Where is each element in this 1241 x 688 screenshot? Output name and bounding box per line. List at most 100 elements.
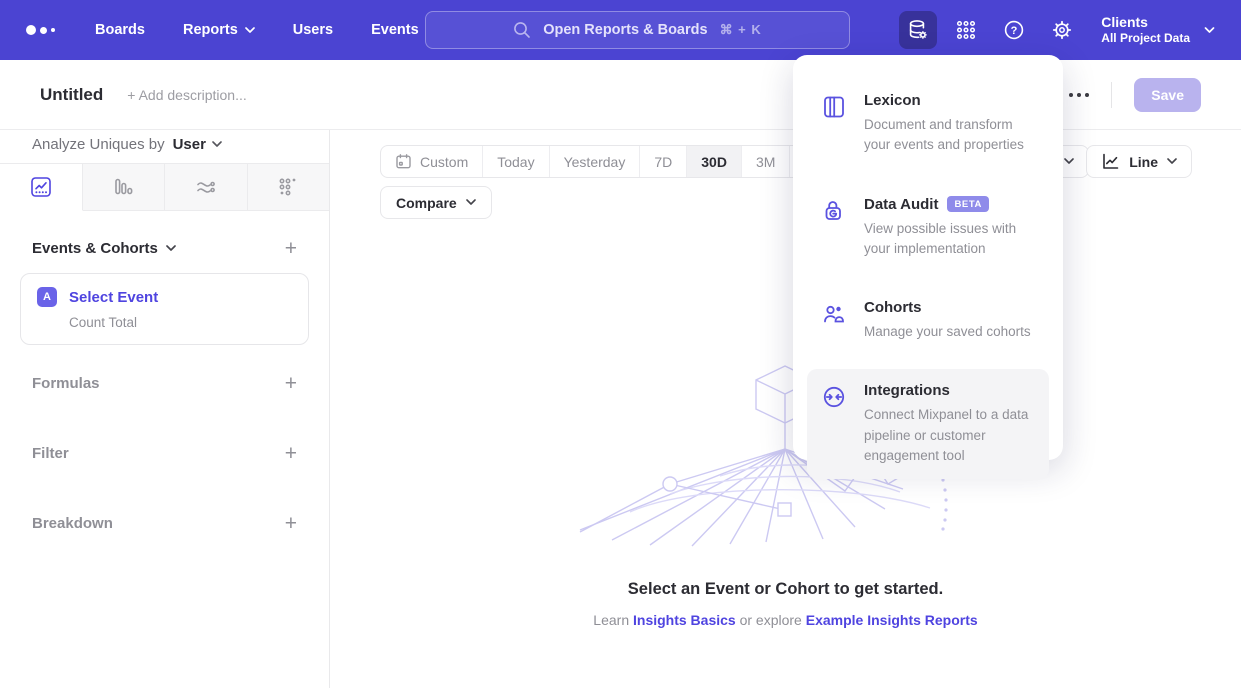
learn-prefix: Learn <box>593 612 633 628</box>
data-management-menu: Lexicon Document and transform your even… <box>793 55 1063 460</box>
event-card[interactable]: A Select Event Count Total <box>20 273 309 345</box>
svg-text:?: ? <box>1011 25 1018 37</box>
settings-gear-icon <box>1051 19 1073 41</box>
tab-flow[interactable] <box>165 164 248 210</box>
example-reports-link[interactable]: Example Insights Reports <box>806 612 978 628</box>
cohorts-icon <box>821 299 847 342</box>
insights-basics-link[interactable]: Insights Basics <box>633 612 736 628</box>
chart-type-label: Line <box>1129 154 1158 170</box>
date-range-label: Yesterday <box>564 154 626 170</box>
formulas-label: Formulas <box>32 375 100 392</box>
filter-label: Filter <box>32 445 69 462</box>
search-shortcut: ⌘ + K <box>720 22 762 38</box>
menu-item-lexicon[interactable]: Lexicon Document and transform your even… <box>807 79 1049 169</box>
save-button[interactable]: Save <box>1134 78 1201 112</box>
flow-icon <box>194 175 218 199</box>
menu-item-desc: Manage your saved cohorts <box>864 322 1031 342</box>
search-placeholder: Open Reports & Boards <box>543 22 707 38</box>
chevron-down-icon <box>166 245 176 252</box>
breakdown-section: Breakdown + <box>0 511 329 535</box>
data-management-button[interactable] <box>899 11 937 49</box>
add-formula-button[interactable]: + <box>285 373 297 394</box>
add-filter-button[interactable]: + <box>285 443 297 464</box>
chart-type-dropdown[interactable]: Line <box>1086 145 1192 178</box>
date-range-label: Today <box>497 154 534 170</box>
nav-events[interactable]: Events <box>371 22 419 38</box>
analyze-prefix: Analyze Uniques by <box>32 136 165 153</box>
chevron-down-icon <box>1204 27 1215 34</box>
database-gear-icon <box>906 18 930 42</box>
add-event-button[interactable]: + <box>285 238 297 259</box>
select-event-link[interactable]: Select Event <box>69 289 158 306</box>
date-range-label: 7D <box>654 154 672 170</box>
project-scope: All Project Data <box>1101 31 1190 46</box>
search-icon <box>513 21 531 39</box>
global-search-input[interactable]: Open Reports & Boards ⌘ + K <box>425 11 850 49</box>
compare-dropdown[interactable]: Compare <box>380 186 492 219</box>
dot-grid-icon <box>276 175 300 199</box>
date-range-today[interactable]: Today <box>483 146 549 177</box>
date-range-custom[interactable]: Custom <box>381 146 483 177</box>
nav-boards[interactable]: Boards <box>95 22 145 38</box>
menu-item-desc: View possible issues with your implement… <box>864 219 1035 260</box>
empty-state-heading: Select an Event or Cohort to get started… <box>330 580 1241 599</box>
date-range-control: Custom Today Yesterday 7D 30D 3M 6M <box>380 145 839 178</box>
project-selector[interactable]: Clients All Project Data <box>1101 14 1215 47</box>
menu-item-desc: Connect Mixpanel to a data pipeline or c… <box>864 405 1035 466</box>
date-range-30d[interactable]: 30D <box>687 146 742 177</box>
calendar-icon <box>395 153 412 170</box>
report-title[interactable]: Untitled <box>40 85 103 105</box>
date-range-7d[interactable]: 7D <box>640 146 687 177</box>
events-cohorts-header: Events & Cohorts + <box>0 238 329 259</box>
add-description-field[interactable]: + Add description... <box>127 87 246 103</box>
formulas-section: Formulas + <box>0 371 329 395</box>
apps-grid-icon <box>955 19 977 41</box>
more-options-button[interactable] <box>1069 93 1089 97</box>
chart-type-tabs <box>0 163 329 211</box>
analyze-uniques-row: Analyze Uniques by User <box>0 130 329 163</box>
settings-button[interactable] <box>1043 11 1081 49</box>
nav-events-label: Events <box>371 22 419 38</box>
nav-users[interactable]: Users <box>293 22 333 38</box>
line-chart-icon <box>1101 152 1120 171</box>
add-breakdown-button[interactable]: + <box>285 513 297 534</box>
date-range-yesterday[interactable]: Yesterday <box>550 146 641 177</box>
menu-item-cohorts[interactable]: Cohorts Manage your saved cohorts <box>807 286 1049 355</box>
nav-reports-label: Reports <box>183 22 238 38</box>
beta-badge: BETA <box>947 196 989 212</box>
nav-reports[interactable]: Reports <box>183 22 255 38</box>
chart-area: Custom Today Yesterday 7D 30D 3M 6M Comp… <box>330 130 1241 688</box>
chevron-down-icon <box>466 199 476 206</box>
topnav-right-group: ? Clients All Project Data <box>899 11 1215 49</box>
nav-boards-label: Boards <box>95 22 145 38</box>
primary-nav: Boards Reports Users Events <box>95 22 419 38</box>
lexicon-icon <box>821 92 847 156</box>
bar-chart-icon <box>111 175 135 199</box>
menu-item-data-audit[interactable]: Data Audit BETA View possible issues wit… <box>807 183 1049 273</box>
menu-item-desc: Document and transform your events and p… <box>864 115 1035 156</box>
empty-state-subtext: Learn Insights Basics or explore Example… <box>330 612 1241 628</box>
date-range-label: 30D <box>701 154 727 170</box>
apps-grid-button[interactable] <box>947 11 985 49</box>
date-range-3m[interactable]: 3M <box>742 146 790 177</box>
event-aggregation[interactable]: Count Total <box>69 315 292 330</box>
analyze-by-dropdown[interactable]: User <box>173 136 222 153</box>
event-letter-badge: A <box>37 287 57 307</box>
tab-insights-line[interactable] <box>0 164 83 211</box>
chevron-down-icon <box>1167 158 1177 165</box>
menu-item-title: Lexicon <box>864 92 1035 109</box>
nav-users-label: Users <box>293 22 333 38</box>
help-button[interactable]: ? <box>995 11 1033 49</box>
line-chart-icon <box>29 175 53 199</box>
compare-label: Compare <box>396 195 457 211</box>
top-navigation: Boards Reports Users Events Open Reports… <box>0 0 1241 60</box>
events-cohorts-label[interactable]: Events & Cohorts <box>32 240 158 257</box>
query-builder-sidebar: Analyze Uniques by User <box>0 130 330 688</box>
tab-retention[interactable] <box>248 164 330 210</box>
menu-item-integrations[interactable]: Integrations Connect Mixpanel to a data … <box>807 369 1049 479</box>
menu-item-title: Cohorts <box>864 299 1031 316</box>
mixpanel-logo[interactable] <box>26 25 55 35</box>
menu-item-title: Integrations <box>864 382 1035 399</box>
org-name: Clients <box>1101 14 1190 32</box>
tab-bar-chart[interactable] <box>83 164 166 210</box>
